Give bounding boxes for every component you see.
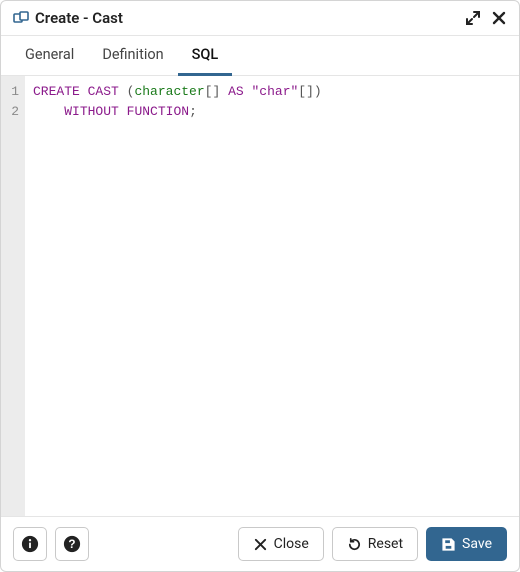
tab-bar: General Definition SQL	[1, 36, 519, 76]
save-button-label: Save	[462, 536, 492, 552]
tab-general[interactable]: General	[11, 36, 88, 76]
tab-definition[interactable]: Definition	[88, 36, 177, 76]
editor-gutter: 12	[1, 76, 25, 516]
reset-button-label: Reset	[368, 536, 403, 552]
maximize-icon[interactable]	[465, 10, 481, 26]
info-button[interactable]	[13, 527, 47, 561]
svg-text:?: ?	[68, 538, 75, 551]
title-bar: Create - Cast	[1, 1, 519, 36]
help-button[interactable]: ?	[55, 527, 89, 561]
dialog-footer: ? Close Reset Save	[1, 517, 519, 571]
tab-sql[interactable]: SQL	[178, 36, 233, 76]
close-button[interactable]: Close	[238, 527, 324, 561]
sql-editor[interactable]: 12 CREATE CAST (character[] AS "char"[])…	[1, 76, 519, 517]
create-cast-dialog: Create - Cast General Definition SQL	[0, 0, 520, 572]
close-button-label: Close	[274, 536, 309, 552]
cast-icon	[13, 10, 29, 26]
editor-code[interactable]: CREATE CAST (character[] AS "char"[]) WI…	[25, 76, 519, 516]
reset-button[interactable]: Reset	[332, 527, 418, 561]
close-icon[interactable]	[491, 10, 507, 26]
dialog-title: Create - Cast	[35, 9, 465, 27]
save-button[interactable]: Save	[426, 527, 507, 561]
